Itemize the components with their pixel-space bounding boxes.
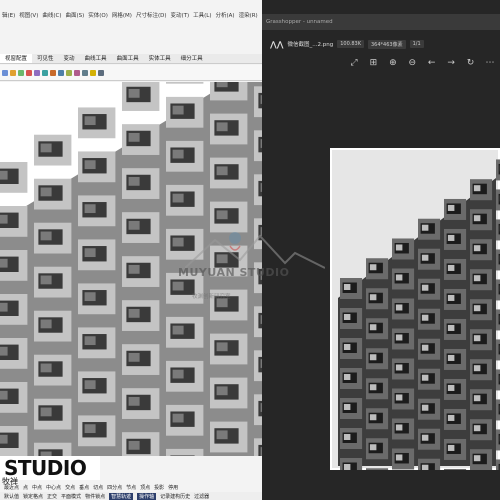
status-item-8[interactable]: 过滤器 — [194, 493, 209, 500]
render-icon[interactable] — [50, 69, 56, 76]
osnap-option-7[interactable]: 四分点 — [107, 484, 122, 491]
viewer-logo-icon: ⋀⋀ — [270, 39, 284, 49]
toolbar-tab-3[interactable]: 曲线工具 — [80, 54, 112, 63]
menu-item-10[interactable]: 渲染(R) — [239, 10, 258, 22]
osnap-option-1[interactable]: 点 — [23, 484, 28, 491]
menu-item-9[interactable]: 分析(A) — [216, 10, 235, 22]
fit-icon[interactable]: ⤢ — [347, 58, 361, 68]
more-icon[interactable]: ⋯ — [483, 58, 497, 68]
file-size: 100.83K — [337, 40, 364, 48]
menu-item-3[interactable]: 曲面(S) — [65, 10, 84, 22]
toolbar-tab-6[interactable]: 细分工具 — [176, 54, 208, 63]
arrow-icon[interactable] — [2, 69, 8, 76]
osnap-option-2[interactable]: 中点 — [32, 484, 42, 491]
menu-item-8[interactable]: 工具(L) — [193, 10, 211, 22]
osnap-option-9[interactable]: 顶点 — [140, 484, 150, 491]
sphere-icon[interactable] — [58, 69, 64, 76]
camera-icon[interactable] — [42, 69, 48, 76]
next-icon[interactable]: → — [444, 58, 458, 68]
menu-item-6[interactable]: 尺寸标注(D) — [136, 10, 167, 22]
preview-image — [330, 148, 500, 500]
viewer-toolbar: ⤢ ⊞ ⊕ ⊖ ← → ↻ ⋯ — [347, 56, 497, 70]
material-icon[interactable] — [66, 69, 72, 76]
osnap-option-10[interactable]: 投影 — [154, 484, 164, 491]
rotate-icon[interactable]: ↻ — [464, 58, 478, 68]
status-item-0[interactable]: 默认值 — [4, 493, 19, 500]
osnap-option-11[interactable]: 停用 — [168, 484, 178, 491]
preview-photo — [332, 150, 500, 500]
icon-toolbar — [0, 65, 262, 81]
zoom-icon[interactable] — [18, 69, 24, 76]
image-dimensions: 364*463像素 — [367, 39, 406, 49]
view-icon[interactable] — [10, 69, 16, 76]
toolbar-tab-0[interactable]: 视窗配置 — [0, 54, 33, 63]
grid-icon[interactable] — [82, 69, 88, 76]
toolbar-tab-2[interactable]: 变动 — [59, 54, 80, 63]
osnap-option-0[interactable]: 最近点 — [4, 484, 19, 491]
menu-item-4[interactable]: 实体(O) — [88, 10, 108, 22]
toolbar-tabs: 视窗配置 可见性 变动 曲线工具 曲面工具 实体工具 细分工具 — [0, 54, 262, 64]
menu-item-5[interactable]: 网格(M) — [112, 10, 132, 22]
light-icon[interactable] — [34, 69, 40, 76]
fullscreen-icon[interactable]: ⊞ — [366, 58, 380, 68]
menu-item-7[interactable]: 变动(T) — [170, 10, 189, 22]
menu-item-0[interactable]: 辑(E) — [2, 10, 15, 22]
prev-icon[interactable]: ← — [425, 58, 439, 68]
zoom-in-icon[interactable]: ⊕ — [386, 58, 400, 68]
status-item-6[interactable]: 操作轴 — [137, 492, 157, 500]
osnap-option-6[interactable]: 切点 — [93, 484, 103, 491]
settings-icon[interactable] — [98, 69, 104, 76]
toolbar-tab-4[interactable]: 曲面工具 — [112, 54, 144, 63]
status-bar: 默认值 锁定格点 正交 平面模式 物件锁点 智慧轨迹 操作轴 记录建构历史 过滤器 — [0, 492, 262, 500]
viewer-header: ⋀⋀ 微信截图_...2.png 100.83K 364*463像素 1/1 — [262, 36, 500, 52]
status-item-5[interactable]: 智慧轨迹 — [109, 492, 134, 500]
status-item-3[interactable]: 平面模式 — [61, 493, 81, 500]
status-item-1[interactable]: 锁定格点 — [23, 493, 43, 500]
menu-item-1[interactable]: 视图(V) — [19, 10, 38, 22]
shade-icon[interactable] — [74, 69, 80, 76]
osnap-option-8[interactable]: 节点 — [126, 484, 136, 491]
menu-item-2[interactable]: 曲线(C) — [42, 10, 61, 22]
status-item-4[interactable]: 物件锁点 — [85, 493, 105, 500]
toolbar-tab-5[interactable]: 实体工具 — [144, 54, 176, 63]
page-indicator: 1/1 — [409, 40, 424, 48]
watermark-subtitle: 牧渊创新研究室 — [192, 294, 231, 300]
osnap-bar: 最近点点中点 中心点 交点 垂点 切点 四分点 节点 顶点 投影 停用 — [0, 482, 262, 492]
osnap-option-3[interactable]: 中心点 — [46, 484, 61, 491]
globe-icon[interactable] — [26, 69, 32, 76]
toolbar-tab-1[interactable]: 可见性 — [32, 54, 59, 63]
osnap-option-4[interactable]: 交点 — [65, 484, 75, 491]
window-title: Grasshopper - unnamed — [262, 14, 500, 30]
status-item-2[interactable]: 正交 — [47, 493, 57, 500]
file-name: 微信截图_...2.png — [287, 42, 334, 48]
zoom-out-icon[interactable]: ⊖ — [405, 58, 419, 68]
menu-bar: 辑(E) 视图(V) 曲线(C) 曲面(S) 实体(O) 网格(M) 尺寸标注(D) 变动(T… — [0, 10, 262, 22]
watermark-title: MUYUAN STUDIO — [178, 266, 290, 279]
osnap-option-5[interactable]: 垂点 — [79, 484, 89, 491]
color-icon[interactable] — [90, 69, 96, 76]
status-item-7[interactable]: 记录建构历史 — [160, 493, 190, 500]
